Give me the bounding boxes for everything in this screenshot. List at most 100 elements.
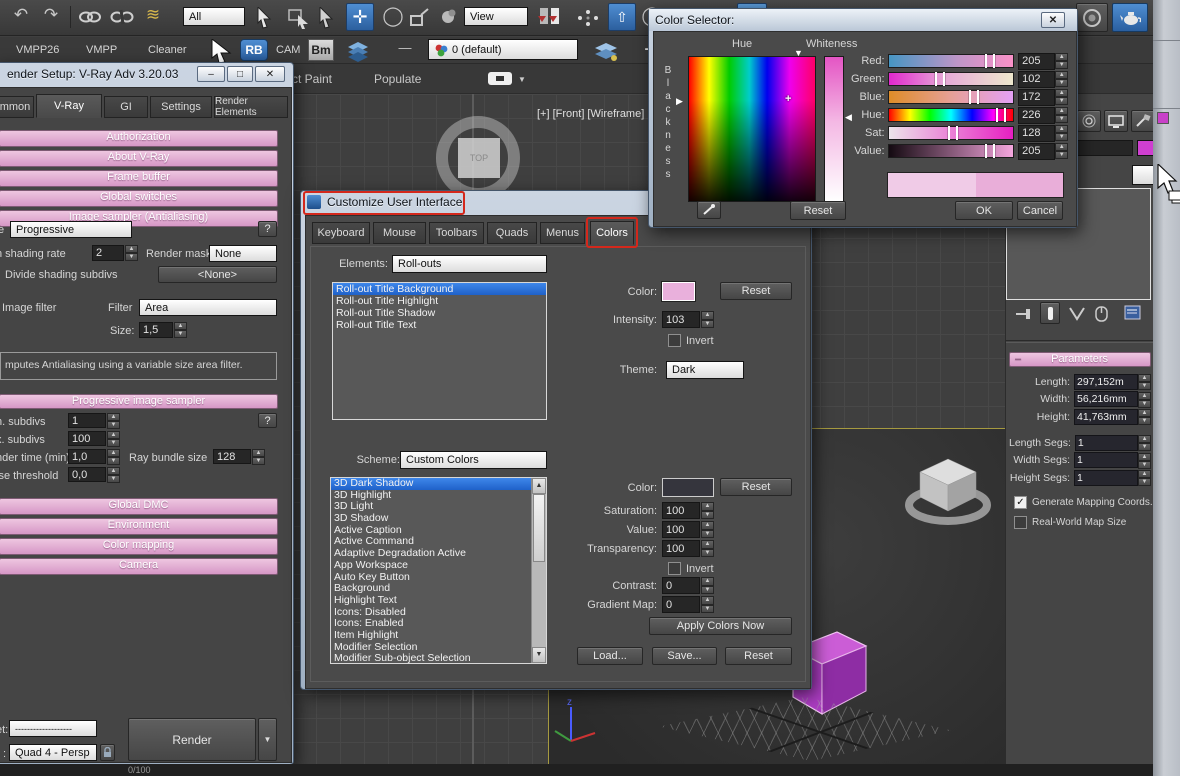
cs-slider-spinner[interactable]: ▲▼ [1055, 53, 1068, 69]
scheme-color-swatch[interactable] [662, 478, 714, 497]
cui-tab-menus[interactable]: Menus [540, 222, 585, 244]
max-subdivs-input[interactable]: 100 [68, 431, 106, 446]
contrast-spinner[interactable]: ▲▼ [701, 577, 714, 594]
filter-dropdown[interactable]: Area [139, 299, 277, 316]
cs-slider-spinner[interactable]: ▲▼ [1055, 89, 1068, 105]
configure-modifier-sets-icon[interactable] [1124, 305, 1142, 322]
scheme-list-item[interactable]: Item Highlight [331, 630, 532, 642]
layer-dropdown[interactable]: 0 (default) [428, 39, 578, 60]
viewcube-perspective[interactable] [901, 451, 996, 531]
shading-rate-spinner[interactable]: ▲▼ [125, 245, 138, 261]
checkbox-checked-icon[interactable]: ✓ [1014, 496, 1027, 509]
selection-filter-dropdown[interactable]: All [183, 7, 245, 26]
pin-stack-icon[interactable] [1014, 306, 1032, 322]
render-mask-dropdown[interactable]: None [209, 245, 277, 262]
maximize-viewport-icon[interactable]: ⇧ [608, 3, 636, 31]
render-presets-icon[interactable] [1076, 3, 1108, 32]
cs-slider-track[interactable] [888, 144, 1015, 158]
cursor-shelf-icon[interactable] [208, 39, 234, 63]
populate-dropdown-arrow-icon[interactable]: ▼ [518, 75, 526, 84]
rollout-header[interactable]: Global DMC [0, 498, 278, 515]
intensity-input[interactable]: 103 [662, 311, 700, 328]
cs-slider-value[interactable]: 102 [1018, 71, 1055, 88]
ok-button[interactable]: OK [955, 201, 1013, 220]
scheme-dropdown[interactable]: Custom Colors [400, 451, 547, 469]
shading-rate-input[interactable]: 2 [92, 245, 124, 261]
cui-tab-toolbars[interactable]: Toolbars [429, 222, 484, 244]
saturation-input[interactable]: 100 [662, 502, 700, 519]
tab-vray[interactable]: V-Ray [36, 94, 102, 118]
redo-icon[interactable]: ↷ [38, 5, 64, 25]
load-button[interactable]: Load... [577, 647, 643, 665]
tab-gi[interactable]: GI [104, 96, 148, 118]
minimize-button[interactable]: – [197, 66, 225, 82]
close-button[interactable]: ✕ [255, 66, 285, 82]
value-input[interactable]: 100 [662, 521, 700, 538]
select-by-name-icon[interactable] [288, 7, 310, 29]
cs-slider-track[interactable] [888, 90, 1015, 104]
parameter-spinner[interactable]: ▲▼ [1138, 374, 1151, 389]
preset-dropdown[interactable]: ------------------- [9, 720, 97, 737]
cs-reset-button[interactable]: Reset [790, 201, 846, 220]
cs-slider-value[interactable]: 226 [1018, 107, 1055, 124]
snaps-toggle-icon[interactable] [576, 8, 600, 28]
parameter-input[interactable]: 1 [1074, 452, 1138, 468]
element-list-item[interactable]: Roll-out Title Highlight [333, 295, 546, 307]
cui-tab-keyboard[interactable]: Keyboard [312, 222, 370, 244]
cs-slider-track[interactable] [888, 108, 1015, 122]
scheme-list-item[interactable]: 3D Dark Shadow [331, 478, 532, 490]
line-style-icon[interactable]: — [392, 40, 418, 55]
tab-settings[interactable]: Settings [150, 96, 212, 118]
panel-tab-monitor-icon[interactable] [1104, 110, 1128, 132]
invert-checkbox[interactable] [668, 334, 681, 347]
rollout-header[interactable]: Frame buffer [0, 170, 278, 187]
transparency-spinner[interactable]: ▲▼ [701, 540, 714, 557]
progressive-help-button[interactable]: ? [258, 413, 277, 428]
cs-slider-value[interactable]: 205 [1018, 53, 1055, 70]
element-invert-row[interactable]: Invert [668, 334, 714, 347]
hue-blackness-field[interactable]: + [688, 56, 816, 202]
object-color-swatch[interactable] [1137, 140, 1154, 156]
invert-checkbox[interactable] [668, 562, 681, 575]
parameter-input[interactable]: 41,763mm [1074, 409, 1138, 425]
rollout-header[interactable]: Global switches [0, 190, 278, 207]
tab-common[interactable]: mmon [0, 96, 34, 118]
contrast-input[interactable]: 0 [662, 577, 700, 594]
cs-slider-value[interactable]: 205 [1018, 143, 1055, 160]
cui-reset-button[interactable]: Reset [725, 647, 792, 665]
cs-slider-spinner[interactable]: ▲▼ [1055, 71, 1068, 87]
sampler-type-dropdown[interactable]: Progressive [10, 221, 132, 238]
cs-slider-value[interactable]: 172 [1018, 89, 1055, 106]
scheme-list-container[interactable]: 3D Dark Shadow3D Highlight3D Light3D Sha… [330, 477, 547, 664]
object-name-field[interactable] [1077, 140, 1133, 156]
element-color-reset-button[interactable]: Reset [720, 282, 792, 300]
save-button[interactable]: Save... [652, 647, 717, 665]
parameter-input[interactable]: 56,216mm [1074, 391, 1138, 407]
ribbon-populate[interactable]: Populate [374, 72, 421, 86]
size-input[interactable]: 1,5 [139, 322, 173, 338]
layers-icon[interactable] [344, 39, 374, 63]
scheme-scrollbar[interactable]: ▲ ▼ [531, 478, 546, 663]
color-selector-titlebar[interactable]: Color Selector: [649, 9, 1077, 31]
cs-slider-spinner[interactable]: ▲▼ [1055, 125, 1068, 141]
noise-threshold-input[interactable]: 0,0 [68, 467, 106, 482]
scheme-list-item[interactable]: Modifier Sub-object Selection [331, 653, 532, 664]
intensity-spinner[interactable]: ▲▼ [701, 311, 714, 328]
progressive-rollout-header[interactable]: Progressive image sampler [0, 394, 278, 409]
populate-icon[interactable] [488, 72, 512, 85]
scheme-invert-row[interactable]: Invert [668, 562, 714, 575]
scheme-list-item[interactable]: 3D Shadow [331, 513, 532, 525]
select-region-icon[interactable] [318, 7, 336, 29]
mirror-icon[interactable] [538, 6, 564, 30]
rollout-header[interactable]: Environment [0, 518, 278, 535]
min-subdivs-spinner[interactable]: ▲▼ [107, 413, 120, 428]
elements-list[interactable]: Roll-out Title BackgroundRoll-out Title … [332, 282, 547, 420]
max-subdivs-spinner[interactable]: ▲▼ [107, 431, 120, 446]
select-move-icon[interactable]: ✛ [346, 3, 374, 31]
render-production-teapot-icon[interactable] [1112, 3, 1148, 32]
theme-dropdown[interactable]: Dark [666, 361, 744, 379]
view-coordinate-dropdown[interactable]: View [464, 7, 528, 26]
size-spinner[interactable]: ▲▼ [174, 322, 187, 338]
render-options-arrow-icon[interactable]: ▼ [258, 718, 277, 761]
cs-slider-spinner[interactable]: ▲▼ [1055, 107, 1068, 123]
